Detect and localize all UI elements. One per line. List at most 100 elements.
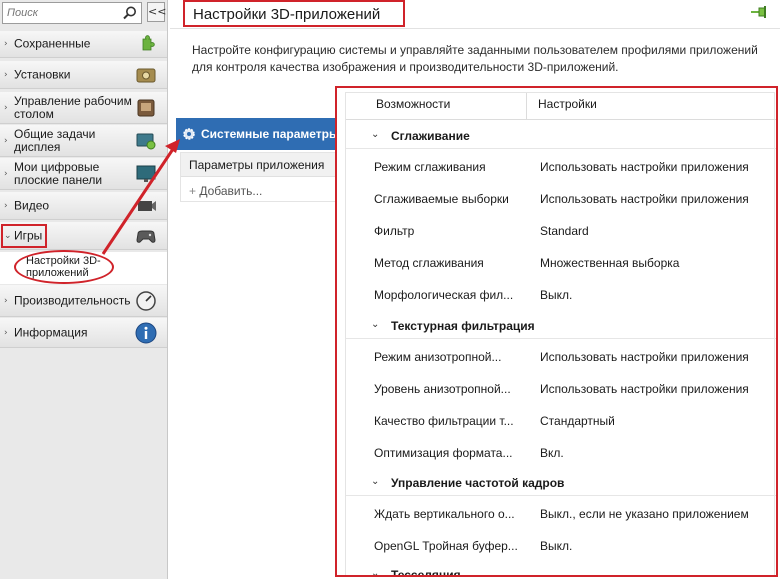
sidebar-item-label: Установки bbox=[14, 67, 71, 81]
table-row[interactable]: Фильтр Standard bbox=[346, 224, 776, 240]
sidebar-item-label: Общие задачи дисплея bbox=[14, 126, 96, 154]
table-row[interactable]: Ждать вертикального о... Выкл., если не … bbox=[346, 507, 776, 523]
column-header-settings[interactable]: Настройки bbox=[538, 97, 597, 111]
chevron-down-icon: ⌄ bbox=[371, 476, 380, 487]
header-divider bbox=[170, 28, 780, 29]
sidebar-item-label: Мои цифровые плоские панели bbox=[14, 159, 103, 187]
row-key: OpenGL Тройная буфер... bbox=[374, 539, 518, 553]
search-input[interactable] bbox=[3, 3, 115, 23]
table-row[interactable]: Режим анизотропной... Использовать настр… bbox=[346, 350, 776, 366]
sidebar-item-desktop-management[interactable]: › Управление рабочим столом bbox=[0, 92, 167, 124]
row-key: Ждать вертикального о... bbox=[374, 507, 515, 521]
info-icon bbox=[135, 322, 157, 343]
sidebar-item-label: Производительность bbox=[14, 293, 131, 307]
highlight-3d-settings-ellipse bbox=[14, 250, 114, 284]
sidebar-item-display-tasks[interactable]: › Общие задачи дисплея bbox=[0, 125, 167, 157]
group-title: Тесселяция bbox=[391, 568, 461, 577]
row-key: Морфологическая фил... bbox=[374, 288, 514, 302]
plus-icon: + bbox=[189, 184, 200, 198]
tab-application-parameters[interactable]: Параметры приложения bbox=[181, 153, 337, 177]
collapse-sidebar-button[interactable]: << bbox=[147, 2, 166, 22]
chevron-right-icon: › bbox=[4, 168, 8, 179]
tab-label: Системные параметры bbox=[201, 127, 340, 141]
row-key: Качество фильтрации т... bbox=[374, 414, 514, 428]
column-separator[interactable] bbox=[526, 93, 527, 119]
pin-icon[interactable] bbox=[749, 4, 771, 20]
table-row[interactable]: Качество фильтрации т... Стандартный bbox=[346, 414, 776, 430]
row-value[interactable]: Выкл. bbox=[540, 539, 572, 553]
group-divider bbox=[346, 148, 776, 149]
row-value[interactable]: Стандартный bbox=[540, 414, 615, 428]
row-value[interactable]: Выкл. bbox=[540, 288, 572, 302]
settings-table-frame: Возможности Настройки ⌄ Сглаживание Режи… bbox=[335, 86, 778, 577]
table-row[interactable]: Оптимизация формата... Вкл. bbox=[346, 446, 776, 462]
settings-table: Возможности Настройки ⌄ Сглаживание Режи… bbox=[345, 92, 776, 577]
chevron-down-icon: ⌄ bbox=[371, 568, 380, 577]
chevron-right-icon: › bbox=[4, 69, 8, 80]
search-row: << bbox=[0, 0, 168, 28]
row-value[interactable]: Standard bbox=[540, 224, 589, 238]
page-title-box: Настройки 3D-приложений bbox=[183, 0, 405, 27]
table-row[interactable]: Морфологическая фил... Выкл. bbox=[346, 288, 776, 304]
row-value[interactable]: Использовать настройки приложения bbox=[540, 160, 749, 174]
sidebar-item-flat-panels[interactable]: › Мои цифровые плоские панели bbox=[0, 158, 167, 190]
group-divider bbox=[346, 338, 776, 339]
chevron-right-icon: › bbox=[4, 102, 8, 113]
chevron-right-icon: › bbox=[4, 39, 8, 49]
row-key: Уровень анизотропной... bbox=[374, 382, 511, 396]
chevron-right-icon: › bbox=[4, 295, 8, 306]
row-value[interactable]: Вкл. bbox=[540, 446, 564, 460]
sidebar-item-label: Видео bbox=[14, 198, 50, 212]
row-value[interactable]: Выкл., если не указано приложением bbox=[540, 507, 749, 521]
speedometer-icon bbox=[136, 290, 156, 311]
row-key: Оптимизация формата... bbox=[374, 446, 513, 460]
row-value[interactable]: Использовать настройки приложения bbox=[540, 192, 749, 206]
group-divider bbox=[346, 495, 776, 496]
film-icon bbox=[138, 200, 156, 211]
puzzle-icon bbox=[142, 35, 155, 51]
search-icon[interactable] bbox=[122, 5, 138, 21]
table-row[interactable]: Режим сглаживания Использовать настройки… bbox=[346, 160, 776, 176]
add-button[interactable]: + Добавить... bbox=[189, 184, 262, 198]
sidebar-item-label: Управление рабочим столом bbox=[14, 93, 132, 121]
group-header-texture-filtering[interactable]: ⌄ Текстурная фильтрация bbox=[346, 319, 776, 335]
sidebar-item-saved[interactable]: › Сохраненные bbox=[0, 31, 167, 58]
row-value[interactable]: Использовать настройки приложения bbox=[540, 350, 749, 364]
desktop-management-icon bbox=[137, 99, 155, 116]
add-button-label: Добавить... bbox=[199, 184, 263, 198]
row-value[interactable]: Множественная выборка bbox=[540, 256, 679, 270]
chevron-right-icon: › bbox=[4, 200, 8, 211]
sidebar-item-label: Информация bbox=[14, 325, 88, 339]
column-header-features[interactable]: Возможности bbox=[376, 97, 450, 111]
group-header-tessellation[interactable]: ⌄ Тесселяция bbox=[346, 568, 776, 577]
sidebar-item-video[interactable]: › Видео bbox=[0, 192, 167, 220]
display-tasks-icon bbox=[136, 133, 156, 149]
table-row[interactable]: OpenGL Тройная буфер... Выкл. bbox=[346, 539, 776, 555]
table-row[interactable]: Сглаживаемые выборки Использовать настро… bbox=[346, 192, 776, 208]
sidebar-item-performance[interactable]: › Производительность bbox=[0, 285, 167, 317]
highlight-games-box bbox=[1, 224, 47, 248]
settings-panel-icon bbox=[136, 68, 156, 82]
row-value[interactable]: Использовать настройки приложения bbox=[540, 382, 749, 396]
row-key: Сглаживаемые выборки bbox=[374, 192, 509, 206]
sidebar-item-label: Сохраненные bbox=[14, 36, 91, 51]
group-header-frame-rate[interactable]: ⌄ Управление частотой кадров bbox=[346, 476, 776, 492]
chevron-right-icon: › bbox=[4, 327, 8, 338]
flat-panel-icon bbox=[136, 165, 156, 182]
chevron-down-icon: ⌄ bbox=[371, 129, 380, 140]
search-box[interactable] bbox=[2, 2, 142, 24]
group-header-antialiasing[interactable]: ⌄ Сглаживание bbox=[346, 129, 776, 145]
group-title: Сглаживание bbox=[391, 129, 470, 143]
sidebar-item-information[interactable]: › Информация bbox=[0, 318, 167, 348]
app-params-panel: Параметры приложения + Добавить... bbox=[180, 152, 338, 202]
sidebar: << › Сохраненные › Установки › Управлени… bbox=[0, 0, 168, 579]
sidebar-item-settings[interactable]: › Установки bbox=[0, 61, 167, 89]
page-title: Настройки 3D-приложений bbox=[193, 6, 381, 23]
table-row[interactable]: Метод сглаживания Множественная выборка bbox=[346, 256, 776, 272]
row-key: Режим анизотропной... bbox=[374, 350, 502, 364]
chevron-right-icon: › bbox=[4, 135, 8, 146]
gear-icon bbox=[183, 128, 195, 140]
table-row[interactable]: Уровень анизотропной... Использовать нас… bbox=[346, 382, 776, 398]
group-title: Управление частотой кадров bbox=[391, 476, 565, 490]
header-divider bbox=[346, 119, 776, 120]
